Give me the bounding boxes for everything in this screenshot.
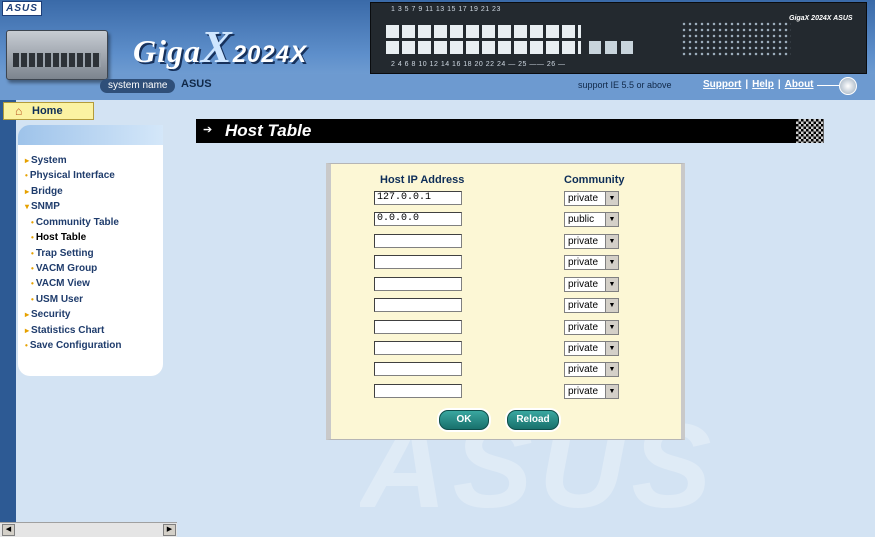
host-ip-input-1[interactable]: 127.0.0.1 <box>374 191 462 205</box>
community-select-6[interactable]: private ▼ <box>564 298 619 313</box>
panel-bottom-port-numbers: 2 4 6 8 10 12 14 16 18 20 22 24 — 25 —— … <box>391 61 566 68</box>
chevron-down-icon: ▼ <box>605 278 618 291</box>
sidebar-item-bridge[interactable]: ▸ Bridge <box>25 186 63 197</box>
community-select-1[interactable]: private ▼ <box>564 191 619 206</box>
bullet-icon: • <box>31 295 34 304</box>
host-ip-input-4[interactable] <box>374 255 462 269</box>
title-corner-pattern <box>796 119 824 143</box>
chevron-down-icon: ▼ <box>605 299 618 312</box>
left-decor-strip <box>0 100 16 524</box>
reload-button[interactable]: Reload <box>507 410 559 430</box>
column-header-community: Community <box>564 174 625 186</box>
expand-arrow-icon: ▸ <box>25 326 30 335</box>
chevron-down-icon: ▼ <box>605 235 618 248</box>
horizontal-scrollbar[interactable]: ◀ ▶ <box>0 522 177 537</box>
page-title-bar: ➔ Host Table <box>196 119 824 143</box>
help-link[interactable]: Help <box>752 79 774 90</box>
host-ip-input-7[interactable] <box>374 320 462 334</box>
sidebar-item-system[interactable]: ▸ System <box>25 155 67 166</box>
page-title: Host Table <box>225 121 312 140</box>
panel-port-row-top <box>386 25 581 38</box>
community-select-2[interactable]: public ▼ <box>564 212 619 227</box>
sidebar-item-community-table[interactable]: • Community Table <box>31 217 119 228</box>
community-select-7[interactable]: private ▼ <box>564 320 619 335</box>
community-select-3[interactable]: private ▼ <box>564 234 619 249</box>
panel-top-port-numbers: 1 3 5 7 9 11 13 15 17 19 21 23 <box>391 6 501 13</box>
host-ip-input-5[interactable] <box>374 277 462 291</box>
collapse-arrow-icon: ▾ <box>25 202 30 211</box>
bullet-icon: • <box>31 264 34 273</box>
home-label: Home <box>32 105 63 117</box>
chevron-down-icon: ▼ <box>605 192 618 205</box>
chevron-down-icon: ▼ <box>605 213 618 226</box>
bullet-icon: • <box>25 341 28 350</box>
switch-front-panel: 1 3 5 7 9 11 13 15 17 19 21 23 2 4 6 8 1… <box>370 2 867 74</box>
home-icon: ⌂ <box>15 104 23 118</box>
asus-logo: ASUS <box>2 1 42 16</box>
chevron-down-icon: ▼ <box>605 385 618 398</box>
brand-prefix: Giga <box>133 33 201 69</box>
expand-arrow-icon: ▸ <box>25 310 30 319</box>
host-ip-input-6[interactable] <box>374 298 462 312</box>
community-select-9[interactable]: private ▼ <box>564 362 619 377</box>
panel-status-leds <box>681 21 791 57</box>
ok-button[interactable]: OK <box>439 410 489 430</box>
sidebar-item-trap-setting[interactable]: • Trap Setting <box>31 248 94 259</box>
brand-model: 2024X <box>232 41 308 68</box>
system-name-label: system name <box>100 79 176 93</box>
panel-brand: GigaX 2024X ASUS <box>789 15 853 22</box>
community-select-10[interactable]: private ▼ <box>564 384 619 399</box>
product-brand: GigaX2024X <box>133 20 307 73</box>
bullet-icon: • <box>31 233 34 242</box>
home-button[interactable]: ⌂ Home <box>3 102 94 120</box>
chevron-down-icon: ▼ <box>605 363 618 376</box>
sidebar-item-physical-interface[interactable]: • Physical Interface <box>25 170 115 181</box>
brand-x: X <box>201 21 233 72</box>
header: ASUS GigaX2024X 1 3 5 7 9 11 13 15 17 19… <box>0 0 875 100</box>
power-knob-icon <box>839 77 857 95</box>
community-select-4[interactable]: private ▼ <box>564 255 619 270</box>
sidebar-item-vacm-group[interactable]: • VACM Group <box>31 263 97 274</box>
bullet-icon: • <box>31 279 34 288</box>
sidebar-item-save-configuration[interactable]: • Save Configuration <box>25 340 122 351</box>
host-ip-input-2[interactable]: 0.0.0.0 <box>374 212 462 226</box>
sidebar-item-host-table[interactable]: • Host Table <box>31 232 86 243</box>
sidebar-menu: ▸ System • Physical Interface ▸ Bridge ▾ SNM… <box>18 145 163 376</box>
chevron-down-icon: ▼ <box>605 256 618 269</box>
sidebar-item-snmp[interactable]: ▾ SNMP <box>25 201 60 212</box>
switch-photo <box>6 30 108 80</box>
divider <box>817 85 839 86</box>
host-ip-input-9[interactable] <box>374 362 462 376</box>
column-header-host-ip: Host IP Address <box>380 174 465 186</box>
nav-tab-header <box>18 125 163 145</box>
bullet-icon: • <box>31 249 34 258</box>
scroll-left-icon[interactable]: ◀ <box>2 524 15 536</box>
about-link[interactable]: About <box>785 79 814 90</box>
scroll-right-icon[interactable]: ▶ <box>163 524 176 536</box>
chevron-down-icon: ▼ <box>605 342 618 355</box>
chevron-down-icon: ▼ <box>605 321 618 334</box>
host-ip-input-3[interactable] <box>374 234 462 248</box>
system-name-value: ASUS <box>181 78 212 90</box>
sidebar-item-security[interactable]: ▸ Security <box>25 309 70 320</box>
bullet-icon: • <box>25 171 28 180</box>
support-link[interactable]: Support <box>703 79 741 90</box>
top-links: Support | Help | About <box>703 79 814 90</box>
host-ip-input-8[interactable] <box>374 341 462 355</box>
host-table-form: Host IP Address Community 127.0.0.1 priv… <box>326 163 685 440</box>
bullet-icon: • <box>31 218 34 227</box>
expand-arrow-icon: ▸ <box>25 187 30 196</box>
title-arrow-icon: ➔ <box>203 124 213 136</box>
panel-port-row-bottom <box>386 41 581 54</box>
host-ip-input-10[interactable] <box>374 384 462 398</box>
sidebar-item-statistics-chart[interactable]: ▸ Statistics Chart <box>25 325 104 336</box>
community-select-8[interactable]: private ▼ <box>564 341 619 356</box>
sidebar-item-usm-user[interactable]: • USM User <box>31 294 83 305</box>
sidebar-item-vacm-view[interactable]: • VACM View <box>31 278 90 289</box>
panel-uplink-ports <box>589 41 635 54</box>
community-select-5[interactable]: private ▼ <box>564 277 619 292</box>
expand-arrow-icon: ▸ <box>25 156 30 165</box>
browser-support-note: support IE 5.5 or above <box>578 80 672 90</box>
